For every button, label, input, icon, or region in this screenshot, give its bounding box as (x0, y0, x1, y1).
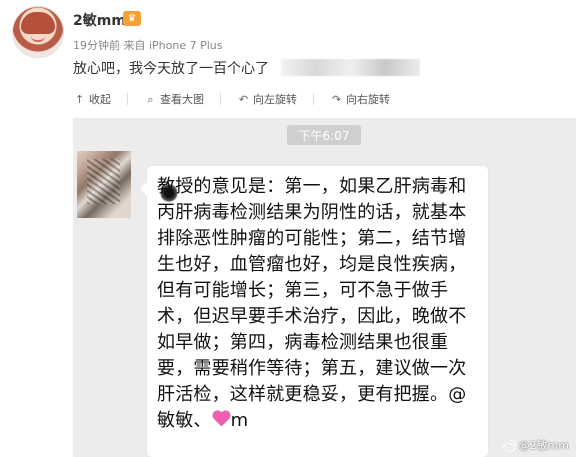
blurred-text-mask (281, 59, 420, 76)
ink-blot-mask (161, 184, 177, 202)
search-icon: ⌕ (147, 92, 154, 106)
image-action-bar: ↑ 收起 ⌕ 查看大图 ↶ 向左旋转 ↷ 向右旋转 (73, 91, 390, 107)
watermark-text: @2敏mm (518, 439, 569, 452)
collapse-label: 收起 (89, 93, 111, 106)
post-image[interactable]: 下午6:07 教授的意见是：第一，如果乙肝病毒和丙肝病毒检测结果为阴性的话，就基… (73, 118, 576, 457)
message-main-text: 教授的意见是：第一，如果乙肝病毒和丙肝病毒检测结果为阴性的话，就基本排除恶性肿瘤… (157, 176, 467, 431)
weibo-icon (502, 439, 516, 452)
chat-time-pill: 下午6:07 (287, 125, 361, 145)
action-divider (220, 93, 221, 105)
action-divider (313, 93, 314, 105)
collapse-button[interactable]: ↑ 收起 (73, 91, 111, 107)
crown-icon: ♛ (123, 11, 141, 26)
view-large-button[interactable]: ⌕ 查看大图 (144, 91, 204, 107)
sender-avatar (77, 151, 131, 218)
collapse-icon: ↑ (74, 92, 85, 106)
view-large-label: 查看大图 (160, 93, 204, 106)
user-avatar[interactable] (12, 6, 64, 58)
rotate-left-button[interactable]: ↶ 向左旋转 (237, 91, 297, 107)
rotate-right-icon: ↷ (331, 92, 342, 106)
post-meta: 19分钟前 来自 iPhone 7 Plus (73, 39, 223, 52)
chat-message-bubble: 教授的意见是：第一，如果乙肝病毒和丙肝病毒检测结果为阴性的话，就基本排除恶性肿瘤… (140, 166, 488, 457)
weibo-post-page: 2敏mm ♛ 19分钟前 来自 iPhone 7 Plus 放心吧，我今天放了一… (0, 0, 584, 457)
chat-message-text: 教授的意见是：第一，如果乙肝病毒和丙肝病毒检测结果为阴性的话，就基本排除恶性肿瘤… (157, 174, 480, 434)
rotate-left-icon: ↶ (238, 92, 249, 106)
rotate-right-label: 向右旋转 (346, 93, 390, 106)
post-text: 放心吧，我今天放了一百个心了 (73, 61, 269, 77)
action-divider (127, 93, 128, 105)
rotate-left-label: 向左旋转 (253, 93, 297, 106)
rotate-right-button[interactable]: ↷ 向右旋转 (330, 91, 390, 107)
weibo-watermark: @2敏mm (502, 437, 569, 453)
author-name[interactable]: 2敏mm (73, 10, 126, 30)
heart-icon (212, 410, 231, 428)
message-tail-text: m (230, 410, 249, 431)
